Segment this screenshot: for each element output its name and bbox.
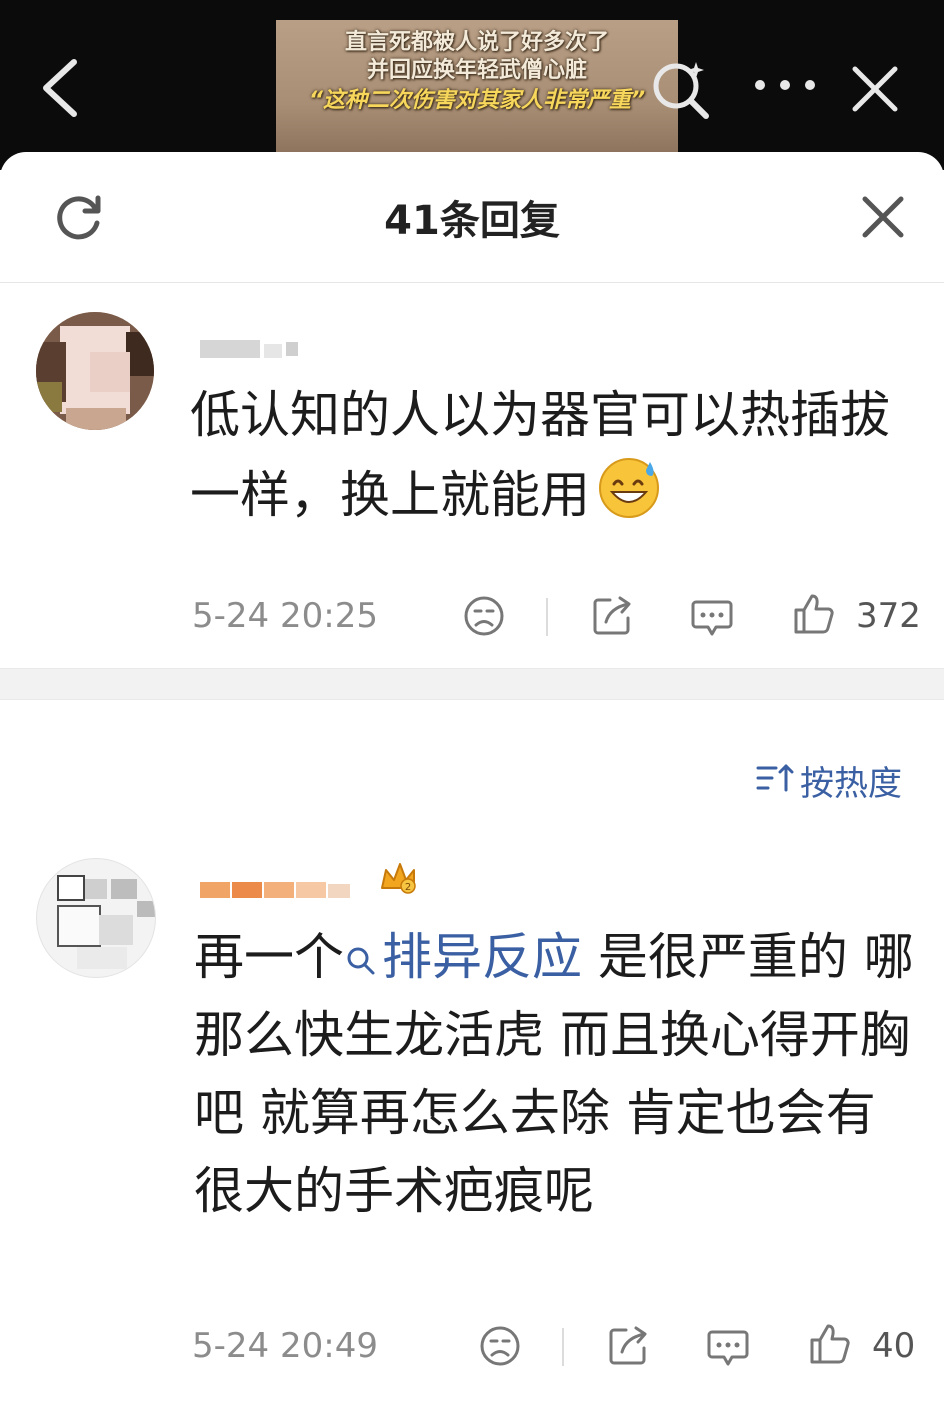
comment-text: 再一个 排异反应 是很严重的 哪那么快生龙活虎 而且换心得开胸吧 就算再怎么去除 … [194, 918, 914, 1230]
comment-body: 低认知的人以为器官可以热插拔一样，换上就能用 [190, 386, 890, 524]
svg-text:2: 2 [405, 882, 411, 893]
sheet-header: 41条回复 [0, 152, 944, 283]
comment-time: 5-24 20:49 [192, 1326, 378, 1366]
sheet-title: 41条回复 [384, 198, 560, 244]
video-caption-line3: “这种二次伤害对其家人非常严重” [308, 88, 646, 113]
top-bar: 直言死都被人说了好多次了 并回应换年轻武僧心脏 “这种二次伤害对其家人非常严重” [0, 0, 944, 170]
lens-search-icon[interactable] [648, 56, 712, 120]
divider [546, 598, 548, 636]
sort-label: 按热度 [800, 764, 902, 804]
search-icon [347, 947, 375, 974]
share-icon[interactable] [606, 1324, 650, 1368]
dislike-face-icon[interactable] [478, 1324, 522, 1368]
comment-icon[interactable] [706, 1324, 750, 1368]
topic-label: 排异反应 [382, 928, 582, 986]
like-icon[interactable] [792, 592, 836, 636]
replies-sheet: 41条回复 低认知的人以为器官可以热插拔一样，换上就能用 5-24 20:25 [0, 152, 944, 1404]
comment-body-part1: 再一个 [194, 928, 344, 986]
comment-icon[interactable] [690, 594, 734, 638]
like-count: 372 [856, 596, 921, 636]
username-redacted[interactable] [196, 878, 406, 900]
username-redacted[interactable] [194, 340, 304, 358]
like-icon[interactable] [808, 1322, 852, 1366]
avatar[interactable] [36, 312, 154, 430]
more-icon[interactable] [750, 70, 820, 100]
like-count: 40 [872, 1326, 916, 1366]
back-icon[interactable] [38, 58, 82, 118]
section-separator [0, 668, 944, 700]
sort-icon [756, 764, 794, 792]
comment-text: 低认知的人以为器官可以热插拔一样，换上就能用 [190, 376, 920, 534]
video-caption-line2: 并回应换年轻武僧心脏 [366, 58, 587, 83]
avatar[interactable] [36, 858, 156, 978]
comment-time: 5-24 20:25 [192, 596, 378, 636]
video-thumbnail[interactable]: 直言死都被人说了好多次了 并回应换年轻武僧心脏 “这种二次伤害对其家人非常严重” [276, 20, 678, 160]
divider [562, 1328, 564, 1366]
dislike-face-icon[interactable] [462, 594, 506, 638]
share-icon[interactable] [590, 594, 634, 638]
fan-badge-icon: 2 [381, 863, 416, 894]
close-icon[interactable] [850, 64, 900, 114]
close-icon[interactable] [860, 194, 906, 240]
topic-link[interactable]: 排异反应 [344, 928, 582, 986]
grinning-sweat-emoji [599, 458, 659, 518]
